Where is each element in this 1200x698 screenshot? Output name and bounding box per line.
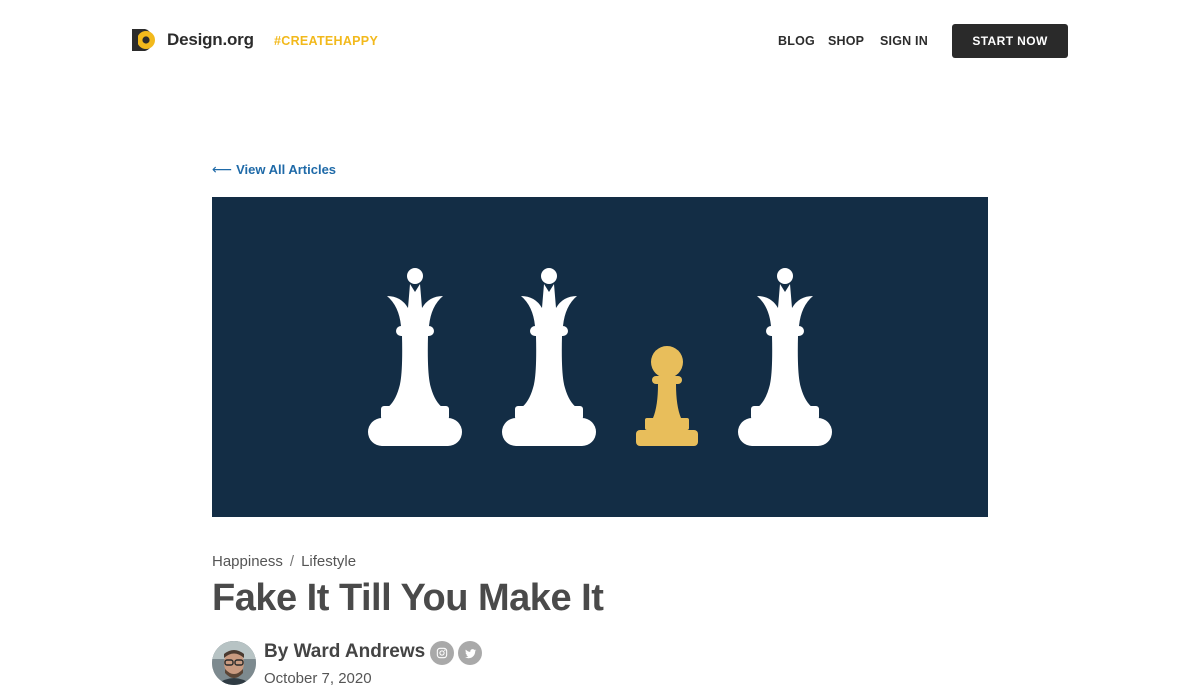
nav-item-blog[interactable]: BLOG <box>778 34 815 48</box>
category-separator: / <box>289 553 295 570</box>
article-date: October 7, 2020 <box>264 670 372 687</box>
category-lifestyle[interactable]: Lifestyle <box>301 553 356 570</box>
hero-image <box>212 197 988 517</box>
article-categories: Happiness / Lifestyle <box>212 553 356 570</box>
queen-piece-1 <box>368 268 462 446</box>
article-title: Fake It Till You Make It <box>212 577 604 619</box>
chess-pieces-illustration <box>368 268 832 446</box>
twitter-icon[interactable] <box>458 641 482 665</box>
author-avatar[interactable] <box>212 641 256 685</box>
brand-name: Design.org <box>167 29 254 49</box>
author-name[interactable]: By Ward Andrews <box>264 641 425 663</box>
brand-tagline: #CREATEHAPPY <box>274 34 379 48</box>
nav-item-shop[interactable]: SHOP <box>828 34 864 48</box>
site-header: Design.org #CREATEHAPPY BLOG SHOP SIGN I… <box>0 0 1200 82</box>
nav-item-sign-in[interactable]: SIGN IN <box>880 34 928 48</box>
view-all-articles-link[interactable]: ⟵ View All Articles <box>212 161 336 178</box>
back-link-label: View All Articles <box>236 162 337 177</box>
instagram-icon[interactable] <box>430 641 454 665</box>
queen-piece-2 <box>502 268 596 446</box>
logo-link[interactable]: Design.org <box>131 27 254 52</box>
queen-piece-3 <box>738 268 832 446</box>
arrow-left-icon: ⟵ <box>212 161 233 177</box>
pawn-piece <box>636 346 698 446</box>
design-org-logo-icon <box>132 29 155 51</box>
start-now-button[interactable]: START NOW <box>952 24 1068 58</box>
category-happiness[interactable]: Happiness <box>212 553 283 570</box>
